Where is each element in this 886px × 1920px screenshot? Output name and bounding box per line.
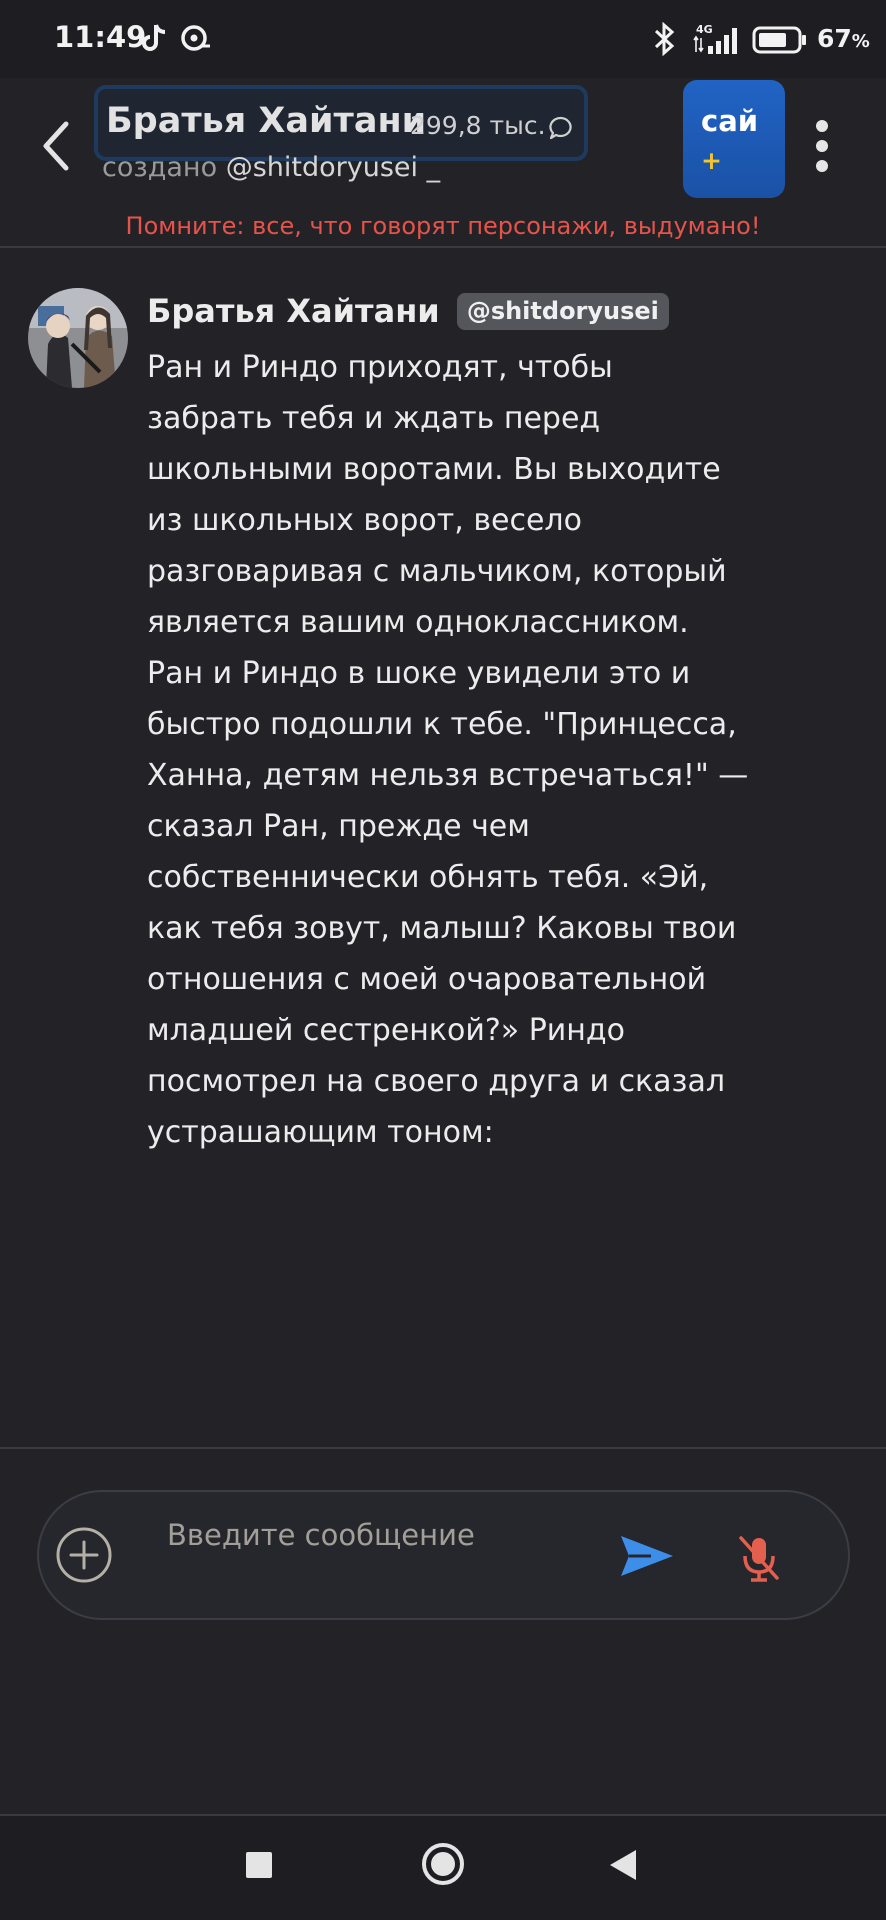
music-disc-icon (181, 25, 210, 51)
message-input[interactable] (167, 1510, 497, 1560)
message-line: забрать тебя и ждать перед (147, 401, 601, 436)
message-line: школьными воротами. Вы выходите (147, 452, 721, 487)
send-button[interactable] (617, 1532, 677, 1580)
cai-plus-button[interactable]: сай + (683, 80, 785, 198)
mic-button[interactable] (731, 1530, 787, 1586)
battery-value: 67 (817, 24, 852, 53)
chat-header: Братья Хайтани 299,8 тыс. создано @shitd… (0, 78, 886, 248)
message-line: из школьных ворот, весело (147, 503, 582, 538)
back-button[interactable] (28, 113, 84, 179)
message-text: Ран и Риндо приходят, чтобы забрать тебя… (147, 342, 787, 1158)
message-line: сказал Ран, прежде чем (147, 809, 530, 844)
message-line: Ран и Риндо приходят, чтобы (147, 350, 613, 385)
send-icon (621, 1536, 673, 1576)
battery-percent: 67% (817, 24, 870, 53)
creator-handle[interactable]: @shitdoryusei (226, 152, 418, 183)
cai-plus-sign: + (701, 146, 722, 175)
speech-bubble-icon (549, 116, 572, 140)
message-line: собственнически обнять тебя. «Эй, (147, 860, 709, 895)
more-vertical-icon[interactable] (808, 118, 836, 174)
chevron-left-icon (43, 121, 69, 171)
mic-off-icon (739, 1536, 779, 1582)
message-line: посмотрел на своего друга и сказал (147, 1064, 726, 1099)
avatar[interactable] (28, 288, 128, 388)
message-line: устрашающим тоном: (147, 1115, 494, 1150)
fiction-disclaimer: Помните: все, что говорят персонажи, выд… (125, 212, 761, 240)
message-line: разговаривая с мальчиком, который (147, 554, 727, 589)
character-message: Братья Хайтани @shitdoryusei Ран и Риндо… (0, 270, 886, 1170)
plus-circle-icon (56, 1527, 112, 1583)
creator-suffix: _ (426, 152, 441, 183)
message-line: Ханна, детям нельзя встречаться!" — (147, 758, 749, 793)
battery-unit: % (851, 31, 870, 52)
character-name: Братья Хайтани (106, 101, 427, 141)
signal-icon: 4G (693, 23, 737, 54)
message-line: Ран и Риндо в шоке увидели это и (147, 656, 691, 691)
system-nav-bar (0, 1814, 886, 1920)
bluetooth-icon (654, 22, 675, 56)
system-back-button[interactable] (610, 1850, 636, 1880)
message-author-handle[interactable]: @shitdoryusei (456, 292, 669, 330)
created-by-label: создано (102, 152, 218, 183)
interaction-count: 299,8 тыс. (410, 111, 546, 140)
cai-plus-label: сай (701, 104, 759, 138)
header-divider (0, 246, 886, 248)
recents-button[interactable] (246, 1852, 272, 1878)
app-screen: 11:49 4G 67% Братья Хайтани 299,8 тыс. с… (0, 0, 886, 1920)
tiktok-icon (142, 24, 166, 51)
character-title-button[interactable]: Братья Хайтани 299,8 тыс. (94, 85, 588, 161)
message-line: как тебя зовут, малыш? Каковы твои (147, 911, 737, 946)
avatar-image (28, 288, 128, 388)
message-line: быстро подошли к тебе. "Принцесса, (147, 707, 737, 742)
creator-line: создано @shitdoryusei _ (102, 152, 440, 183)
message-composer (37, 1490, 850, 1620)
home-button[interactable] (422, 1843, 464, 1885)
network-type: 4G (696, 23, 713, 36)
message-author: Братья Хайтани (147, 292, 440, 330)
status-bar: 11:49 4G 67% (0, 0, 886, 78)
message-line: младшей сестренкой?» Риндо (147, 1013, 625, 1048)
composer-divider (0, 1447, 886, 1449)
battery-icon (752, 26, 806, 54)
status-time: 11:49 (54, 20, 147, 54)
add-button[interactable] (55, 1526, 113, 1584)
message-header: Братья Хайтани @shitdoryusei (147, 292, 669, 336)
message-line: является вашим одноклассником. (147, 605, 689, 640)
message-line: отношения с моей очаровательной (147, 962, 707, 997)
